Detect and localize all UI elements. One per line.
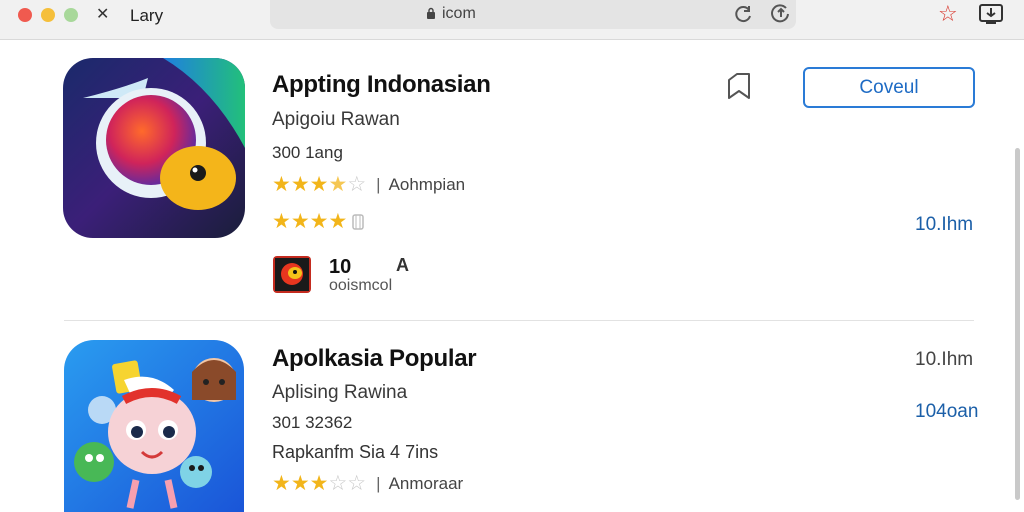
app-extra-info: Rapkanfm Sia 4 7ins [272, 442, 439, 462]
get-button[interactable]: Coveul [803, 67, 975, 108]
app-icon[interactable] [63, 58, 245, 238]
rating-stars: ★★★★☆ [272, 173, 367, 196]
tab-title[interactable]: Lary [130, 6, 163, 26]
bookmark-icon[interactable] [724, 70, 754, 102]
zoom-window-dot[interactable] [64, 8, 78, 22]
url-text: icom [442, 5, 476, 22]
app-rating-secondary: ★★★★ [272, 209, 365, 234]
address-bar[interactable]: icom [270, 0, 796, 29]
app-side-value: 104oan [915, 401, 979, 422]
developer-caption: ooismcol [329, 277, 393, 294]
minimize-window-dot[interactable] [41, 8, 55, 22]
developer-badge: A [396, 255, 409, 275]
scrollbar[interactable] [1015, 148, 1020, 500]
reload-icon[interactable] [734, 4, 754, 24]
lock-icon [427, 7, 435, 19]
developer-count: 10 [329, 256, 352, 278]
download-icon[interactable] [978, 3, 1004, 25]
share-tab-icon[interactable] [770, 3, 792, 25]
app-title[interactable]: Apolkasia Popular [272, 345, 477, 373]
app-icon[interactable] [64, 340, 244, 512]
tab-icon: ✕ [96, 6, 110, 23]
rating-label: Anmoraar [388, 473, 464, 493]
app-rating: ★★★★☆ | Aohmpian [272, 173, 466, 196]
rating-label: Aohmpian [388, 174, 466, 194]
app-side-value: 10.Ihm [915, 214, 974, 235]
rating-stars: ★★★★ [272, 210, 348, 233]
app-developer: Apigoiu Rawan [272, 109, 400, 130]
app-size: 301 32362 [272, 413, 353, 432]
browser-toolbar: ✕ Lary icom ☆ [0, 0, 1024, 40]
app-title[interactable]: Appting Indonasian [272, 71, 491, 99]
app-side-value-top: 10.Ihm [915, 349, 974, 370]
app-size: 300 1ang [272, 143, 343, 162]
developer-icon[interactable] [273, 256, 311, 293]
star-icon[interactable]: ☆ [938, 3, 958, 25]
app-rating: ★★★☆☆ | Anmoraar [272, 472, 464, 495]
close-window-dot[interactable] [18, 8, 32, 22]
thumb-icon [352, 213, 365, 230]
rating-stars: ★★★☆☆ [272, 472, 367, 495]
divider [64, 320, 974, 321]
app-developer: Aplising Rawina [272, 382, 408, 403]
